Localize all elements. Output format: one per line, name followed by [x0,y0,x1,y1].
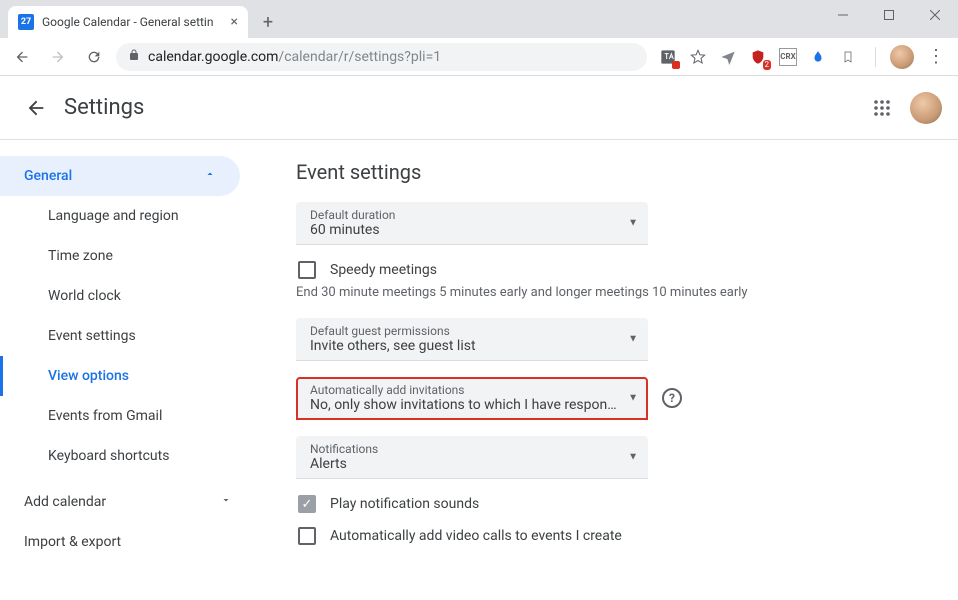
auto-video-checkbox[interactable]: Automatically add video calls to events … [296,527,918,545]
dropdown-arrow-icon: ▼ [628,393,638,404]
new-tab-button[interactable]: + [254,8,282,36]
notifications-select[interactable]: Notifications Alerts ▼ [296,436,648,479]
ext-badge: 2 [763,60,772,70]
sidebar-item-language-and-region[interactable]: Language and region [0,196,256,236]
plane-ext-icon[interactable] [719,48,737,66]
extension-icons: 2 CRX [655,48,861,66]
sidebar-item-label: Time zone [48,248,113,264]
bookmark-ext-icon[interactable] [839,48,857,66]
browser-toolbar: calendar.google.com/calendar/r/settings?… [0,38,958,76]
checkbox-icon [298,527,316,545]
checkbox-label: Automatically add video calls to events … [330,528,622,544]
lock-icon [128,48,140,65]
checkbox-label: Speedy meetings [330,262,437,278]
sidebar-item-events-from-gmail[interactable]: Events from Gmail [0,396,256,436]
sidebar-item-keyboard-shortcuts[interactable]: Keyboard shortcuts [0,436,256,476]
select-value: Invite others, see guest list [310,338,620,354]
select-label: Automatically add invitations [310,383,620,397]
minimize-icon[interactable] [820,0,866,30]
tab-close-icon[interactable]: × [231,14,238,30]
select-value: No, only show invitations to which I hav… [310,397,620,413]
crx-ext-icon[interactable]: CRX [779,48,797,66]
sidebar-item-event-settings[interactable]: Event settings [0,316,256,356]
star-icon[interactable] [689,48,707,66]
sidebar-section-general[interactable]: General [0,156,240,196]
sidebar-item-label: World clock [48,288,121,304]
section-title: Event settings [296,160,918,184]
play-sounds-checkbox[interactable]: Play notification sounds [296,495,918,513]
speedy-meetings-checkbox[interactable]: Speedy meetings [296,261,918,279]
google-apps-icon[interactable] [862,88,902,128]
translate-ext-icon[interactable] [659,48,677,66]
forward-icon[interactable] [44,43,72,71]
browser-tab[interactable]: 27 Google Calendar - General settin × [8,6,248,38]
guest-permissions-select[interactable]: Default guest permissions Invite others,… [296,318,648,361]
ublock-ext-icon[interactable]: 2 [749,48,767,66]
sidebar-item-label: Import & export [24,534,121,550]
reload-icon[interactable] [80,43,108,71]
url-text: calendar.google.com/calendar/r/settings?… [148,49,441,65]
sidebar-import-export[interactable]: Import & export [0,522,256,562]
settings-sidebar: General Language and region Time zone Worl… [0,140,256,600]
sidebar-item-view-options[interactable]: View options [0,356,256,396]
sidebar-item-label: Event settings [48,328,136,344]
sidebar-item-label: Keyboard shortcuts [48,448,169,464]
maximize-icon[interactable] [866,0,912,30]
default-duration-select[interactable]: Default duration 60 minutes ▼ [296,202,648,245]
select-label: Notifications [310,442,620,456]
separator [875,47,876,67]
dropdown-arrow-icon: ▼ [628,334,638,345]
flame-ext-icon[interactable] [809,48,827,66]
chevron-up-icon [204,168,216,184]
chrome-menu-icon[interactable]: ⋮ [922,43,950,71]
speedy-helper-text: End 30 minute meetings 5 minutes early a… [296,285,918,300]
account-avatar[interactable] [910,92,942,124]
auto-invitations-select[interactable]: Automatically add invitations No, only s… [296,377,648,420]
sidebar-item-label: Language and region [48,208,179,224]
back-icon[interactable] [8,43,36,71]
app-header: Settings [0,76,958,140]
address-bar[interactable]: calendar.google.com/calendar/r/settings?… [116,43,647,71]
settings-main: Event settings Default duration 60 minut… [256,140,958,600]
checkbox-label: Play notification sounds [330,496,479,512]
sidebar-add-calendar[interactable]: Add calendar [0,482,256,522]
select-label: Default guest permissions [310,324,620,338]
sidebar-section-label: General [24,168,72,184]
dropdown-arrow-icon: ▼ [628,218,638,229]
select-label: Default duration [310,208,620,222]
sidebar-item-label: View options [48,368,129,384]
sidebar-item-label: Events from Gmail [48,408,162,424]
chevron-down-icon [220,494,232,510]
checkbox-icon [298,261,316,279]
select-value: Alerts [310,456,620,472]
chrome-profile-avatar[interactable] [890,45,914,69]
sidebar-item-label: Add calendar [24,494,106,510]
dropdown-arrow-icon: ▼ [628,452,638,463]
sidebar-item-time-zone[interactable]: Time zone [0,236,256,276]
select-value: 60 minutes [310,222,620,238]
sidebar-item-world-clock[interactable]: World clock [0,276,256,316]
window-controls [820,0,958,30]
tab-title: Google Calendar - General settin [42,15,223,29]
close-window-icon[interactable] [912,0,958,30]
browser-tabstrip: 27 Google Calendar - General settin × + [0,0,958,38]
page-title: Settings [64,95,144,120]
calendar-favicon: 27 [18,14,34,30]
help-icon[interactable]: ? [662,388,682,408]
checkbox-icon [298,495,316,513]
settings-back-button[interactable] [16,88,56,128]
